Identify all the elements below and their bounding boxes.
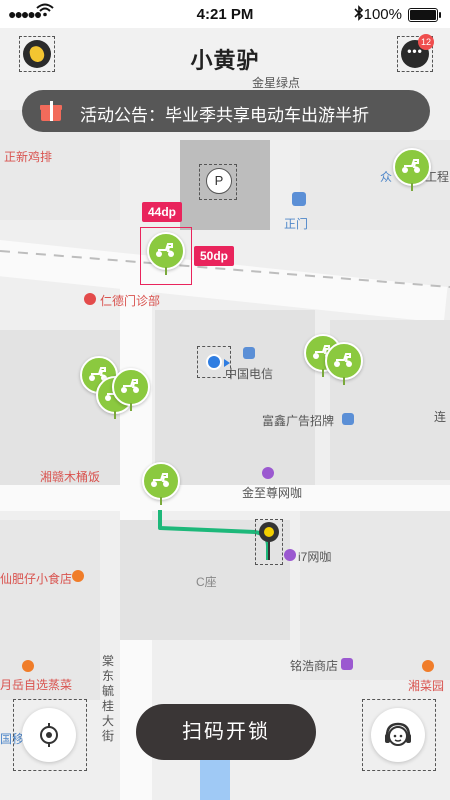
price-tag[interactable]: 50dp [194,246,235,266]
water-area [200,760,230,800]
poi-jinzhizun[interactable]: 金至尊网咖 [242,484,302,501]
clinic-icon [84,293,96,305]
customer-service-button[interactable] [362,699,436,771]
announcement-banner[interactable]: 活动公告：毕业季共享电动车出游半折 [22,90,430,132]
poi-zhengmen[interactable]: 正门 [284,215,308,232]
poi-dianxin[interactable]: 中国电信 [225,365,273,382]
battery-percentage: 100% [363,6,402,23]
poi-yuezizhi[interactable]: 月岳自选蒸菜 [0,676,72,693]
bluetooth-icon [354,5,364,24]
poi-zhengxin[interactable]: 正新鸡排 [4,148,52,165]
price-tag[interactable]: 44dp [142,202,183,222]
app-title: 小黄驴 [190,48,260,73]
telecom-icon [243,347,255,359]
cafe-icon [262,467,274,479]
poi-zhong[interactable]: 众 [380,168,392,185]
status-bar: ●●●●● 4:21 PM 100% [0,0,450,28]
locate-target-icon [40,723,58,747]
poi-fuxin[interactable]: 富鑫广告招牌 [262,412,334,429]
scan-unlock-button[interactable]: 扫码开锁 [136,704,316,760]
battery-icon [408,8,441,22]
scooter-icon [121,379,139,393]
map-view[interactable]: P 正新鸡排 金星绿点 众 工程 正门 仁德门诊部 中国电信 富鑫广告招牌 连 … [0,76,450,800]
message-count-badge: 12 [418,34,434,50]
restaurant-icon [422,660,434,672]
location-dot-icon [206,354,222,370]
poi-feizai[interactable]: 仙肥仔小食店 [0,570,72,587]
restaurant-icon [22,660,34,672]
bike-marker[interactable] [147,232,185,275]
poi-rende[interactable]: 仁德门诊部 [100,292,160,309]
poi-i7[interactable]: i7网咖 [298,548,331,565]
poi-cseat[interactable]: C座 [196,573,217,590]
bike-marker[interactable] [393,148,431,191]
scooter-icon [334,353,352,367]
bike-marker[interactable] [325,342,363,385]
poi-xiangan[interactable]: 湘赣木桶饭 [40,468,100,485]
headset-icon [385,722,411,746]
gate-icon [292,192,306,206]
shop-icon [342,413,354,425]
scooter-icon [156,243,174,257]
poi-lian[interactable]: 连 [434,408,446,425]
current-location-marker [197,346,231,378]
locate-button[interactable] [13,699,87,771]
internet-cafe-icon [284,549,296,561]
heading-arrow-icon [224,359,230,367]
scooter-icon [151,473,169,487]
poi-mingao[interactable]: 铭浩商店 [290,657,338,674]
bike-marker[interactable] [142,462,180,505]
gift-icon [40,101,62,121]
destination-pin[interactable] [255,519,283,565]
parking-marker[interactable]: P [199,164,237,200]
store-icon [341,658,353,670]
bike-marker[interactable] [112,368,150,411]
street-dongfeng: 棠东毓桂大街 [102,654,115,743]
scooter-icon [402,159,420,173]
announcement-text: 活动公告：毕业季共享电动车出游半折 [80,106,369,125]
parking-icon: P [206,168,232,194]
poi-xiangcai[interactable]: 湘菜园 [408,677,444,694]
restaurant-icon [72,570,84,582]
